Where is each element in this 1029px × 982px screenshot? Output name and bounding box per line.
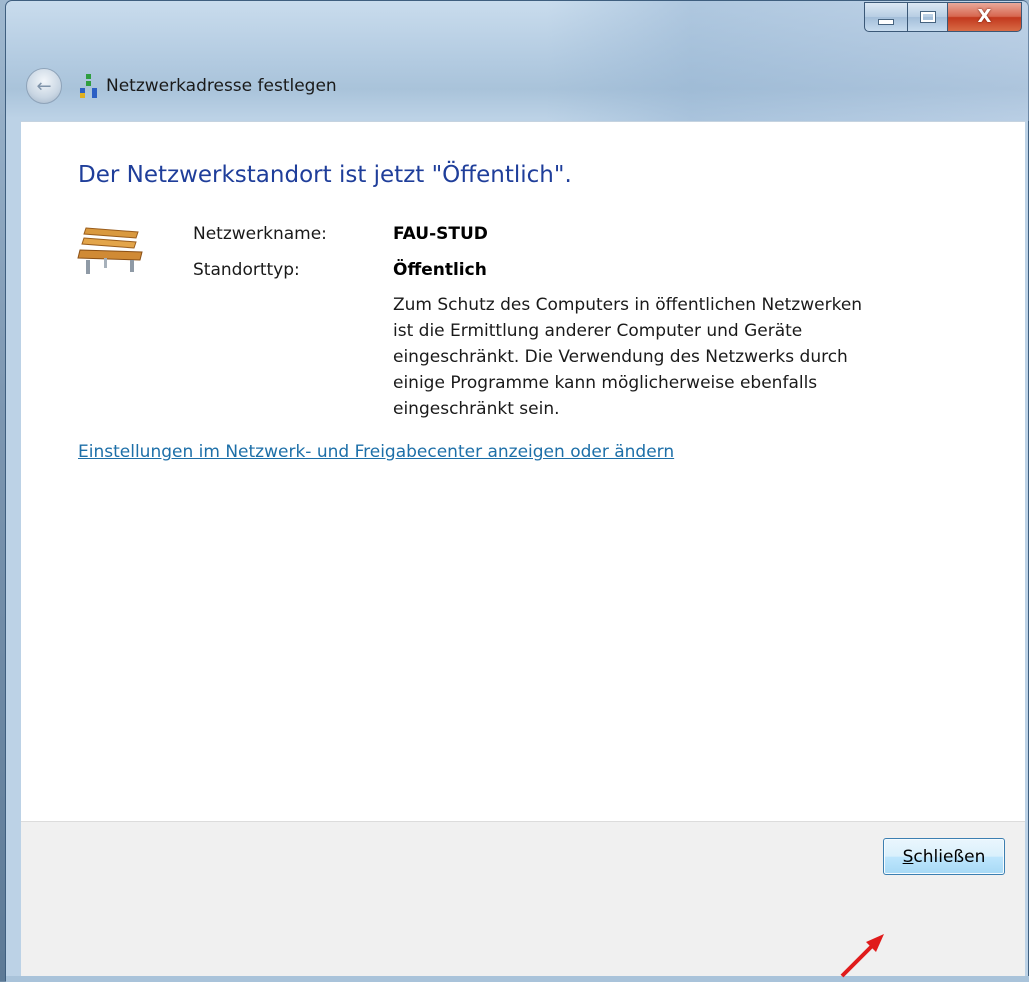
close-button-accelerator: S [902, 846, 914, 867]
caption-buttons: X [864, 2, 1022, 32]
network-name-value: FAU-STUD [393, 224, 488, 244]
location-description: Zum Schutz des Computers in öffentlichen… [393, 295, 863, 419]
close-window-button[interactable]: X [948, 2, 1022, 32]
dialog-title: Netzwerkadresse festlegen [106, 76, 337, 96]
location-type-label: Standorttyp: [193, 260, 300, 280]
bench-icon [77, 227, 143, 274]
maximize-icon [919, 11, 936, 23]
back-button[interactable]: ← [26, 68, 62, 104]
dialog-window: X ← Netzwerkadresse festlegen Der Netzwe… [5, 0, 1029, 982]
close-icon: X [977, 6, 992, 27]
network-icon [78, 74, 98, 98]
minimize-icon [878, 19, 894, 25]
close-button[interactable]: Schließen [883, 838, 1005, 875]
navigation-bar: ← Netzwerkadresse festlegen [26, 68, 337, 104]
network-name-label: Netzwerkname: [193, 224, 327, 244]
network-center-link[interactable]: Einstellungen im Netzwerk- und Freigabec… [78, 442, 674, 462]
back-arrow-icon: ← [36, 75, 52, 97]
close-button-label: chließen [913, 846, 986, 867]
maximize-button[interactable] [908, 2, 948, 32]
location-type-value: Öffentlich [393, 260, 487, 280]
annotation-arrow-icon [840, 934, 884, 978]
minimize-button[interactable] [864, 2, 908, 32]
page-heading: Der Netzwerkstandort ist jetzt "Öffentli… [78, 162, 572, 188]
content-area: Der Netzwerkstandort ist jetzt "Öffentli… [21, 121, 1025, 822]
